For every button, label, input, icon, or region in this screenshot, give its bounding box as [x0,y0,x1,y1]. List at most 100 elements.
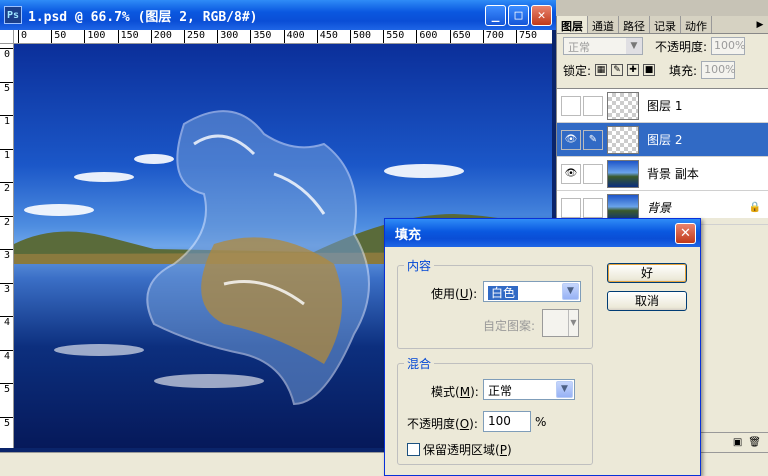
layers-list: 图层 1 👁 ✎ 图层 2 👁 背景 副本 背景 🔒 [557,88,768,225]
ruler-tick-label: 4 [0,316,13,328]
link-toggle[interactable] [583,163,603,184]
layer-thumbnail [607,91,639,120]
panel-menu-button[interactable]: ▶ [752,16,768,33]
tab-paths[interactable]: 路径 [619,16,650,33]
eye-icon[interactable]: 👁 [561,163,581,184]
tab-channels[interactable]: 通道 [588,16,619,33]
lock-position-icon[interactable]: ✚ [627,64,640,76]
layer-row[interactable]: 图层 1 [557,89,768,123]
chevron-down-icon: ▼ [568,310,578,336]
ruler-tick-label: 0 [18,30,27,43]
dialog-close-button[interactable]: ✕ [675,223,696,244]
mode-label: 模式(M): [431,385,479,399]
layer-name: 图层 2 [647,133,683,147]
custom-pattern-label: 自定图案: [483,319,536,333]
new-layer-icon[interactable]: ▣ [733,437,742,448]
ruler-tick-label: 700 [482,30,504,43]
link-toggle[interactable] [583,197,603,218]
close-icon: ✕ [537,8,546,23]
trash-icon[interactable]: 🗑 [748,437,761,448]
ruler-tick-label: 100 [84,30,105,43]
lock-all-icon[interactable]: ■ [643,64,656,76]
visibility-toggle[interactable] [561,95,581,116]
ruler-tick-label: 150 [117,30,139,43]
link-toggle[interactable] [583,95,603,116]
document-title-bar[interactable]: Ps 1.psd @ 66.7% (图层 2, RGB/8#) _ □ ✕ [0,0,556,30]
brush-icon[interactable]: ✎ [583,129,603,150]
custom-pattern-picker: ▼ [542,309,579,337]
dialog-title-bar[interactable]: 填充 ✕ [385,219,700,247]
chevron-down-icon: ▼ [626,38,642,54]
use-select[interactable]: 白色 ▼ [483,281,581,302]
lock-transparency-icon[interactable]: ▦ [595,64,608,76]
ruler-tick-label: 600 [416,30,437,43]
ok-button[interactable]: 好 [607,263,687,283]
triangle-right-icon: ▶ [756,19,764,30]
ruler-tick-label: 250 [184,30,205,43]
ruler-tick-label: 2 [0,215,13,228]
ruler-tick-label: 350 [250,30,271,43]
ruler-tick-label: 550 [383,30,404,43]
preserve-transparency-checkbox[interactable] [407,443,420,456]
blend-mode-select[interactable]: 正常 ▼ [563,37,643,55]
tab-actions[interactable]: 动作 [681,16,712,33]
ruler-tick-label: 50 [51,30,66,43]
eye-icon[interactable]: 👁 [561,129,581,150]
ruler-tick-label: 5 [0,383,13,395]
ruler-origin[interactable] [0,30,14,44]
close-button[interactable]: ✕ [531,5,552,26]
layer-name: 背景 副本 [647,167,699,181]
contents-legend: 内容 [407,259,432,273]
ruler-tick-label: 200 [150,30,172,43]
mode-value: 正常 [488,384,513,398]
fill-dialog: 填充 ✕ 内容 使用(U): 白色 ▼ 自定图案: ▼ 混合 模式(M): 正常… [384,218,701,476]
tab-layers[interactable]: 图层 [557,16,588,33]
layer-thumbnail [607,159,639,188]
opacity-field[interactable]: 100 [483,411,531,432]
vertical-ruler[interactable]: 0 5 1 1 2 2 3 3 4 4 5 5 [0,44,14,448]
tab-history[interactable]: 记录 [650,16,681,33]
ruler-tick-label: 1 [0,115,13,127]
layer-thumbnail [607,125,639,154]
ruler-tick-label: 400 [283,30,305,43]
close-icon: ✕ [680,226,691,241]
mode-select[interactable]: 正常 ▼ [483,379,575,400]
photoshop-doc-icon: Ps [4,6,22,24]
lock-icon: 🔒 [748,202,761,213]
chevron-down-icon: ▼ [556,381,573,398]
minimize-button[interactable]: _ [485,5,506,26]
chevron-down-icon: ▼ [562,283,579,300]
ruler-tick-label: 500 [350,30,371,43]
opacity-input[interactable]: 100% [711,37,746,55]
visibility-toggle[interactable] [561,197,581,218]
glass-horse-artwork [146,110,370,406]
opacity-field-label: 不透明度(O): [407,417,478,431]
dialog-title: 填充 [395,227,422,243]
use-label: 使用(U): [431,287,478,301]
lock-pixels-icon[interactable]: ✎ [611,64,624,76]
percent-unit: % [535,415,547,429]
ruler-tick-label: 650 [449,30,471,43]
ruler-tick-label: 450 [316,30,338,43]
layer-row[interactable]: 👁 背景 副本 [557,157,768,191]
maximize-icon: □ [514,8,523,23]
cancel-button[interactable]: 取消 [607,291,687,311]
horizontal-ruler[interactable]: 0 50 100 150 200 250 300 350 400 450 500 550 600 650 7… [14,30,552,44]
ruler-tick-label: 3 [0,282,13,295]
layer-name: 背景 [647,201,672,215]
layer-row[interactable]: 👁 ✎ 图层 2 [557,123,768,157]
panel-tabs: 图层 通道 路径 记录 动作 ▶ [557,16,768,34]
blend-mode-value: 正常 [568,41,590,54]
ruler-tick-label: 5 [0,416,13,429]
layer-name: 图层 1 [647,99,683,113]
minimize-icon: _ [491,8,500,23]
photoshop-workspace: Ps 1.psd @ 66.7% (图层 2, RGB/8#) _ □ ✕ 0 5… [0,0,768,476]
ruler-tick-label: 750 [516,30,537,43]
opacity-label: 不透明度: [655,39,708,54]
ruler-tick-label: 300 [217,30,238,43]
use-value: 白色 [488,286,519,300]
fill-input[interactable]: 100% [701,61,736,79]
maximize-button[interactable]: □ [508,5,529,26]
lock-label: 锁定: [563,63,592,78]
ruler-tick-label: 1 [0,148,13,161]
